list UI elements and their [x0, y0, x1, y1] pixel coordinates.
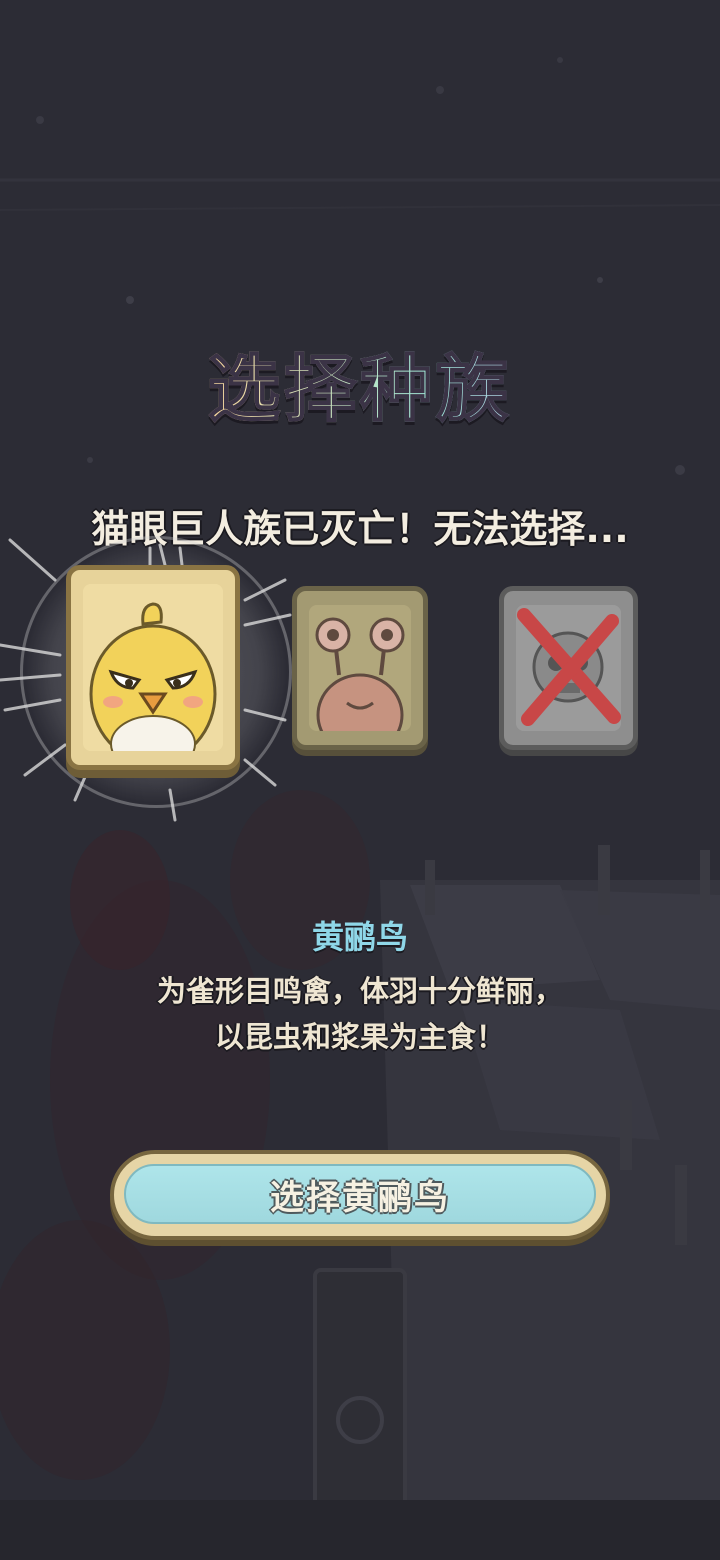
select-race-button[interactable]: 选择黄鹂鸟 — [110, 1150, 610, 1240]
race-card-bird[interactable] — [66, 565, 240, 770]
page-title: 选择种族 — [0, 330, 720, 435]
race-card-bird-portrait — [83, 584, 223, 751]
race-card-slug[interactable] — [292, 586, 428, 750]
race-card-cat-eye-giant-portrait — [516, 605, 621, 731]
race-description: 为雀形目鸣禽，体羽十分鲜丽， 以昆虫和浆果为主食！ — [0, 968, 720, 1060]
race-name: 黄鹂鸟 — [311, 918, 408, 956]
race-description-line: 以昆虫和浆果为主食！ — [214, 1020, 505, 1054]
select-race-button-face: 选择黄鹂鸟 — [124, 1164, 596, 1224]
race-select-screen: 选择种族 猫眼巨人族已灭亡！无法选择... 黄鹂鸟 为雀形目鸣禽，体羽十分鲜丽，… — [0, 0, 720, 1560]
yellow-bird-icon — [83, 584, 223, 751]
snail-creature-icon — [309, 605, 411, 731]
select-race-button-label: 选择黄鹂鸟 — [270, 1177, 450, 1218]
crossed-out-skull-icon — [516, 605, 621, 731]
race-card-slug-portrait — [309, 605, 411, 731]
race-description-line: 为雀形目鸣禽，体羽十分鲜丽， — [156, 974, 563, 1008]
race-card-cat-eye-giant — [499, 586, 638, 750]
